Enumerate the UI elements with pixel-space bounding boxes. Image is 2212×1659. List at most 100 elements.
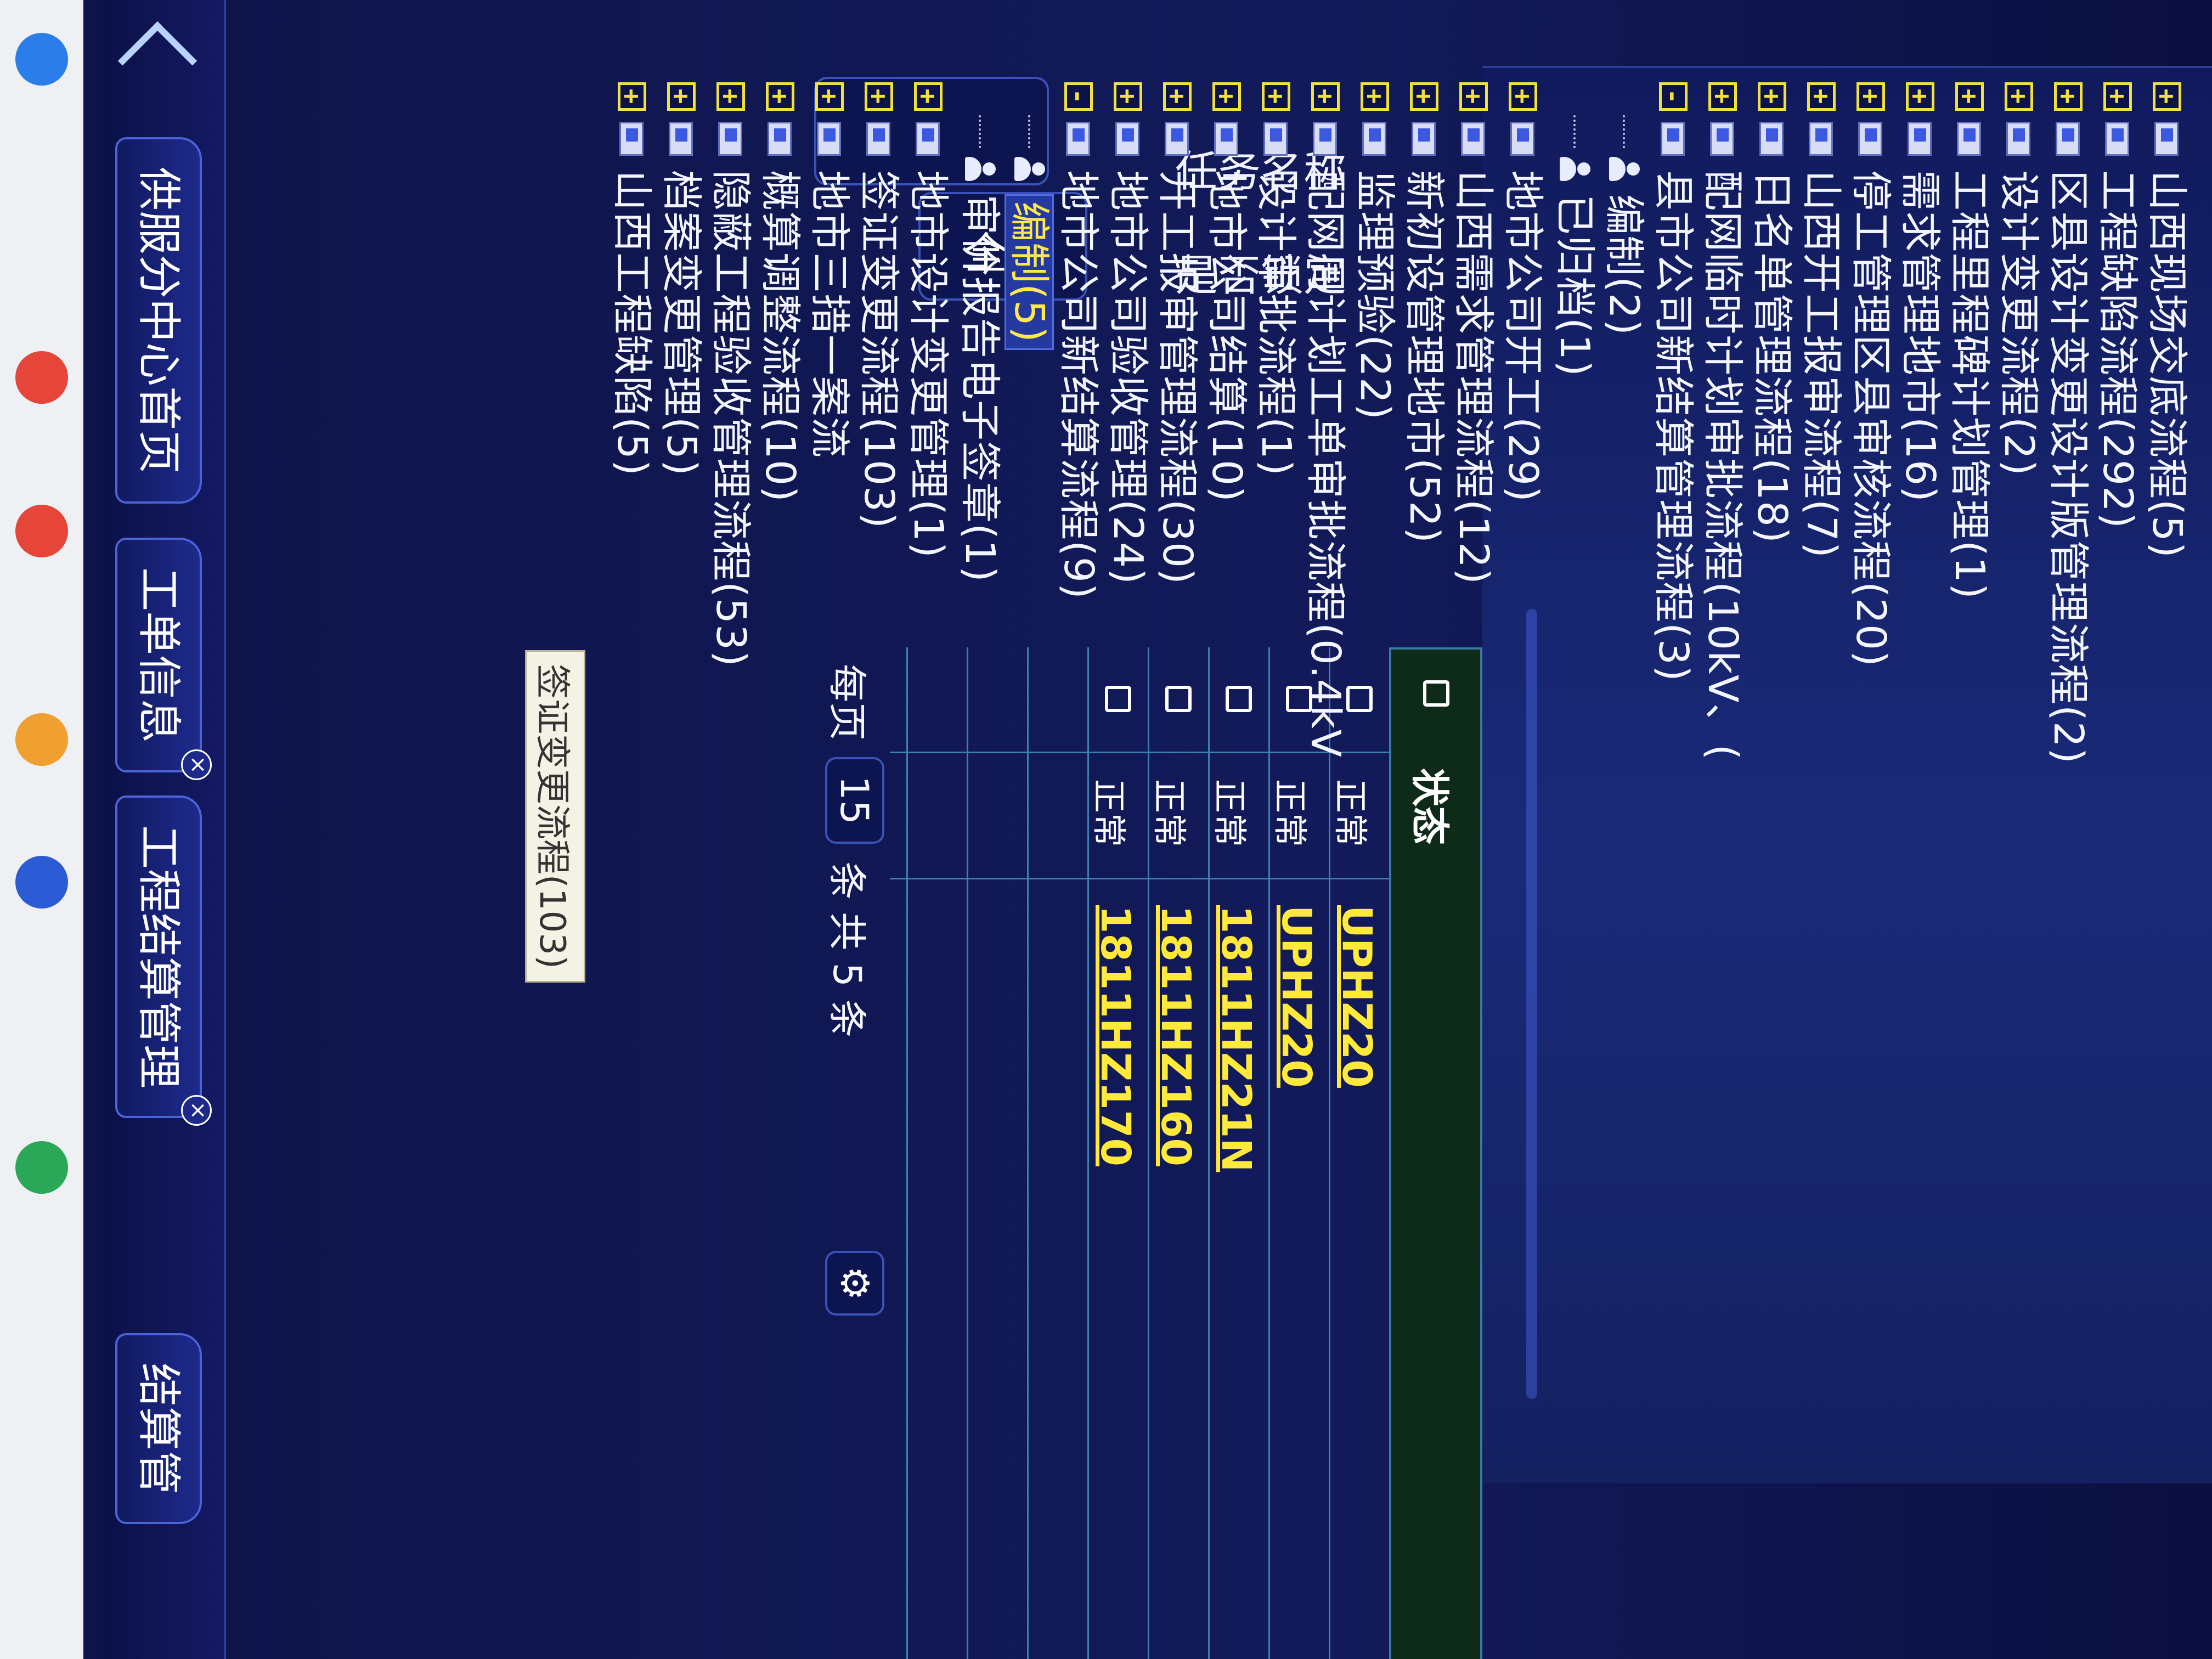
row-code-link[interactable]: 1811HZ170	[1092, 905, 1139, 1166]
expand-icon[interactable]: +	[1757, 82, 1787, 111]
select-all-checkbox[interactable]	[1423, 680, 1449, 707]
tree-child-item[interactable]: 已归档(1)	[1551, 115, 1598, 377]
tree-item[interactable]: + 山西工程缺陷(5)	[608, 82, 656, 476]
expand-icon[interactable]: +	[1807, 82, 1836, 111]
expand-icon[interactable]: +	[1856, 82, 1886, 111]
back-arrow-icon[interactable]	[125, 22, 191, 104]
tree-item[interactable]: + 山西现场交底流程(5)	[2143, 82, 2191, 558]
close-tab-icon[interactable]: ×	[181, 749, 212, 780]
tree-item-label: 山西需求管理流程(12)	[1450, 170, 1497, 585]
tree-item-label: 监理预验(22)	[1351, 170, 1398, 420]
table-row[interactable]: 正常 1811HZ170	[1087, 647, 1148, 1659]
row-code-link[interactable]: 1811HZ160	[1152, 905, 1199, 1166]
tree-item[interactable]: + 地市公司结算(10)	[1203, 82, 1250, 503]
word-icon[interactable]	[15, 856, 68, 909]
tree-item[interactable]: + 签证变更流程(103)	[855, 82, 902, 529]
tree-horizontal-scrollbar[interactable]	[1526, 609, 1537, 1399]
table-row[interactable]: 正常 UPHZ20	[1268, 647, 1329, 1659]
tab-label: 结算管	[133, 1363, 184, 1494]
folder-icon	[1905, 122, 1935, 160]
expand-icon[interactable]: +	[1163, 82, 1192, 111]
browser-icon-2[interactable]	[15, 505, 68, 557]
tree-connector	[1028, 115, 1030, 148]
expand-icon[interactable]: +	[1261, 82, 1291, 111]
tree-item[interactable]: + 地市公司开工(29)	[1499, 82, 1547, 503]
tab-1[interactable]: 工单信息 ×	[115, 538, 212, 780]
expand-icon[interactable]: +	[1459, 82, 1488, 111]
expand-icon[interactable]: +	[2152, 82, 2182, 111]
close-tab-icon[interactable]: ×	[181, 1095, 212, 1126]
expand-icon[interactable]: +	[1708, 82, 1737, 111]
row-checkbox[interactable]	[1346, 686, 1373, 712]
row-checkbox[interactable]	[1165, 686, 1192, 712]
expand-icon[interactable]: +	[815, 82, 844, 111]
tree-item[interactable]: - 地市公司新结算流程(9)	[1055, 82, 1102, 600]
tree-item-label: 设计变更流程(2)	[1995, 170, 2042, 476]
expand-icon[interactable]: +	[1360, 82, 1390, 111]
collapse-icon[interactable]: -	[1658, 82, 1688, 111]
row-code-link[interactable]: UPHZ20	[1333, 905, 1380, 1088]
per-page-select[interactable]: 15	[825, 757, 884, 844]
browser-icon[interactable]	[15, 351, 68, 404]
tree-item[interactable]: + 区县设计变更设计版管理流程(2)	[2045, 82, 2092, 764]
tree-item[interactable]: + 需求管理地市(16)	[1897, 82, 1944, 503]
tree-item[interactable]: + 配网临时计划审批流程(10kV、(	[1699, 82, 1746, 760]
expand-icon[interactable]: +	[2053, 82, 2083, 111]
tree-item[interactable]: + 监理预验(22)	[1351, 82, 1398, 420]
expand-icon[interactable]: +	[2103, 82, 2132, 111]
tree-item[interactable]: + 档案变更管理(5)	[658, 82, 705, 476]
tree-child-item[interactable]: 编制(2)	[1600, 115, 1647, 336]
expand-icon[interactable]: +	[765, 82, 795, 111]
tree-item[interactable]: + 地市公司验收管理(24)	[1104, 82, 1152, 585]
expand-icon[interactable]: +	[1955, 82, 1984, 111]
tree-item[interactable]: + 隐蔽工程验收管理流程(53)	[707, 82, 754, 667]
tab-2[interactable]: 工程结算管理 ×	[115, 795, 212, 1126]
expand-icon[interactable]: +	[1905, 82, 1935, 111]
tree-item[interactable]: + 地市设计变更管理(1)	[905, 82, 952, 558]
tree-item-label: 需求管理地市(16)	[1897, 170, 1944, 503]
expand-icon[interactable]: +	[1311, 82, 1340, 111]
expand-icon[interactable]: +	[1212, 82, 1242, 111]
expand-icon[interactable]: +	[716, 82, 746, 111]
tree-item[interactable]: + 日名单管理流程(18)	[1748, 82, 1796, 544]
tree-child-item[interactable]: 编制(5)	[1005, 115, 1054, 350]
tree-item[interactable]: + 山西开工报审流程(7)	[1798, 82, 1845, 558]
table-row[interactable]: 正常 1811HZ21N	[1208, 647, 1268, 1659]
tree-child-item[interactable]: 审价报告电子签章(1)	[956, 115, 1003, 583]
app-icon[interactable]	[15, 713, 68, 766]
tree-item[interactable]: + 停工管理区县审核流程(20)	[1847, 82, 1894, 667]
expand-icon[interactable]: +	[913, 82, 943, 111]
tree-item[interactable]: + 概算调整流程(10)	[757, 82, 804, 503]
expand-icon[interactable]: +	[1113, 82, 1143, 111]
expand-icon[interactable]: +	[2004, 82, 2034, 111]
expand-icon[interactable]: +	[617, 82, 647, 111]
row-code-link[interactable]: UPHZ20	[1273, 905, 1320, 1088]
expand-icon[interactable]: +	[1409, 82, 1439, 111]
row-code-link[interactable]: 1811HZ21N	[1212, 905, 1260, 1172]
tab-3[interactable]: 结算管	[115, 1333, 202, 1524]
table-row[interactable]: 正常 UPHZ20	[1329, 647, 1389, 1659]
expand-icon[interactable]: +	[667, 82, 696, 111]
tree-item[interactable]: + 设计变更流程(2)	[1995, 82, 2042, 476]
tree-item[interactable]: + 开工报审管理流程(30)	[1154, 82, 1201, 585]
expand-icon[interactable]: +	[1508, 82, 1538, 111]
tree-item[interactable]: + 设计审批流程(1)	[1252, 82, 1300, 476]
grid-header-status[interactable]: 状态	[1405, 768, 1460, 845]
tree-item[interactable]: + 工程里程碑计划管理(1)	[1946, 82, 1993, 600]
tab-0[interactable]: 供服分中心首页	[115, 137, 202, 504]
app-icon-green[interactable]	[15, 1141, 68, 1194]
row-checkbox[interactable]	[1105, 686, 1131, 712]
total-count: 条 共 5 条	[825, 861, 870, 1038]
expand-icon[interactable]: +	[864, 82, 894, 111]
tree-item[interactable]: + 配网周计划工单审批流程(0.4kV	[1302, 82, 1349, 758]
row-checkbox[interactable]	[1226, 686, 1252, 712]
tree-item[interactable]: + 山西需求管理流程(12)	[1450, 82, 1497, 585]
tree-item[interactable]: + 地市三措一案流	[806, 82, 853, 458]
tree-item[interactable]: + 工程缺陷流程(292)	[2094, 82, 2141, 529]
start-icon[interactable]	[15, 33, 68, 86]
table-row[interactable]: 正常 1811HZ160	[1148, 647, 1208, 1659]
tree-item[interactable]: + 新初设管理地市(52)	[1401, 82, 1448, 544]
collapse-icon[interactable]: -	[1064, 82, 1093, 111]
tree-item[interactable]: - 县市公司新结算管理流程(3)	[1650, 82, 1697, 682]
grid-settings-gear-icon[interactable]: ⚙	[825, 1251, 884, 1316]
